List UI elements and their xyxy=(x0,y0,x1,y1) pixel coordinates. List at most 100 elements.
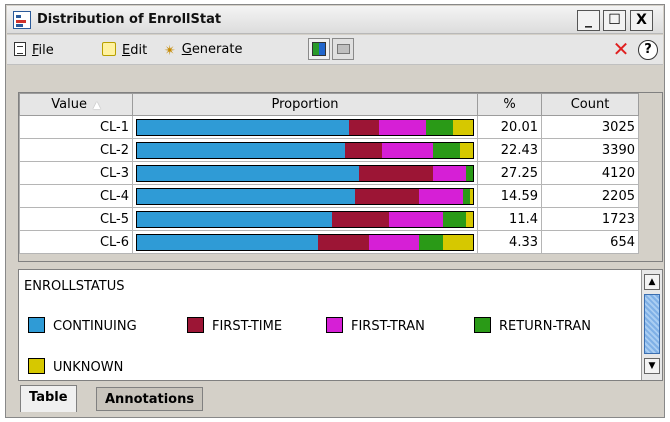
proportion-segment-continuing xyxy=(137,142,346,158)
column-header-count[interactable]: Count xyxy=(541,93,639,116)
legend-item-return-tran: RETURN-TRAN xyxy=(474,317,591,334)
distribution-app-icon xyxy=(13,11,31,29)
legend-swatch-continuing xyxy=(28,317,45,333)
proportion-bar xyxy=(136,118,474,136)
proportion-segment-first-time xyxy=(348,119,379,135)
legend-item-first-tran: FIRST-TRAN xyxy=(326,317,425,334)
generate-icon: ✴ xyxy=(164,43,176,59)
cell-value: CL-5 xyxy=(19,207,133,231)
cell-proportion xyxy=(132,207,478,231)
tab-table[interactable]: Table xyxy=(20,385,77,412)
proportion-segment-first-tran xyxy=(419,188,463,204)
proportion-segment-return-tran xyxy=(442,211,467,227)
menu-generate-mnemonic: G xyxy=(181,42,192,57)
scroll-down-icon[interactable]: ▼ xyxy=(644,358,660,374)
legend-item-first-time: FIRST-TIME xyxy=(187,317,282,334)
proportion-segment-continuing xyxy=(137,234,319,250)
proportion-segment-first-time xyxy=(331,211,389,227)
proportion-segment-continuing xyxy=(137,188,356,204)
legend-swatch-first-tran xyxy=(326,317,343,333)
distribution-window: Distribution of EnrollStat _ ☐ X File Ed… xyxy=(5,4,665,418)
table-row[interactable]: CL-6 4.33 654 xyxy=(19,230,639,254)
proportion-segment-first-tran xyxy=(388,211,443,227)
cell-count: 4120 xyxy=(541,161,639,185)
menu-edit-mnemonic: E xyxy=(122,43,131,58)
file-icon xyxy=(14,42,26,56)
legend-item-unknown: UNKNOWN xyxy=(28,358,123,375)
legend-swatch-unknown xyxy=(28,358,45,374)
cell-count: 3025 xyxy=(541,115,639,139)
table-row[interactable]: CL-5 11.4 1723 xyxy=(19,207,639,231)
table-row[interactable]: CL-1 20.01 3025 xyxy=(19,115,639,139)
legend-swatch-first-time xyxy=(187,317,204,333)
legend-label-first-tran: FIRST-TRAN xyxy=(351,319,425,334)
proportion-segment-return-tran xyxy=(466,165,473,181)
scroll-thumb[interactable] xyxy=(644,294,660,354)
printer-icon xyxy=(337,44,350,54)
cell-proportion xyxy=(132,230,478,254)
cell-percent: 11.4 xyxy=(477,207,542,231)
proportion-segment-first-tran xyxy=(378,119,426,135)
menu-generate[interactable]: ✴ Generate xyxy=(164,42,242,58)
window-title: Distribution of EnrollStat xyxy=(37,12,222,27)
column-header-value-label: Value xyxy=(51,97,87,112)
proportion-bar xyxy=(136,187,474,205)
legend-scrollbar[interactable]: ▲ ▼ xyxy=(641,270,662,380)
table-row[interactable]: CL-3 27.25 4120 xyxy=(19,161,639,185)
menu-generate-label: enerate xyxy=(191,42,243,57)
table-view-button[interactable] xyxy=(308,38,330,60)
table-row[interactable]: CL-4 14.59 2205 xyxy=(19,184,639,208)
tab-bar: Table Annotations xyxy=(18,385,663,413)
cell-count: 654 xyxy=(541,230,639,254)
proportion-segment-continuing xyxy=(137,165,359,181)
title-bar[interactable]: Distribution of EnrollStat _ ☐ X xyxy=(7,6,663,34)
proportion-segment-first-time xyxy=(358,165,433,181)
legend-label-first-time: FIRST-TIME xyxy=(212,319,283,334)
proportion-segment-unknown xyxy=(459,142,473,158)
proportion-bar xyxy=(136,233,474,251)
proportion-segment-first-time xyxy=(318,234,369,250)
legend-item-continuing: CONTINUING xyxy=(28,317,137,334)
column-header-percent[interactable]: % xyxy=(477,93,542,116)
proportion-segment-return-tran xyxy=(462,188,470,204)
proportion-segment-first-tran xyxy=(368,234,420,250)
minimize-button[interactable]: _ xyxy=(577,10,600,31)
delete-button[interactable]: ✕ xyxy=(611,39,631,60)
column-header-proportion[interactable]: Proportion xyxy=(132,93,478,116)
menu-file-label: ile xyxy=(38,43,54,58)
proportion-segment-return-tran xyxy=(425,119,453,135)
cell-percent: 14.59 xyxy=(477,184,542,208)
help-button[interactable]: ? xyxy=(638,40,658,60)
maximize-button[interactable]: ☐ xyxy=(603,10,626,31)
column-header-value[interactable]: Value ▲ xyxy=(19,93,133,116)
table-row[interactable]: CL-2 22.43 3390 xyxy=(19,138,639,162)
proportion-segment-first-tran xyxy=(382,142,433,158)
cell-percent: 27.25 xyxy=(477,161,542,185)
cell-value: CL-1 xyxy=(19,115,133,139)
cell-value: CL-6 xyxy=(19,230,133,254)
proportion-segment-first-tran xyxy=(432,165,467,181)
distribution-table: Value ▲ Proportion % Count CL-1 20.01 3025 C… xyxy=(19,93,639,254)
tab-annotations[interactable]: Annotations xyxy=(96,387,204,411)
cell-count: 3390 xyxy=(541,138,639,162)
menu-file[interactable]: File xyxy=(14,42,54,58)
print-button[interactable] xyxy=(332,38,354,60)
sort-ascending-icon: ▲ xyxy=(93,100,101,111)
proportion-segment-return-tran xyxy=(432,142,460,158)
proportion-bar xyxy=(136,141,474,159)
cell-percent: 22.43 xyxy=(477,138,542,162)
legend-label-unknown: UNKNOWN xyxy=(53,360,124,375)
menu-edit[interactable]: Edit xyxy=(102,42,147,58)
proportion-segment-unknown xyxy=(469,188,473,204)
cell-count: 2205 xyxy=(541,184,639,208)
cell-proportion xyxy=(132,115,478,139)
cell-percent: 20.01 xyxy=(477,115,542,139)
proportion-segment-continuing xyxy=(137,211,332,227)
cell-percent: 4.33 xyxy=(477,230,542,254)
proportion-segment-first-time xyxy=(345,142,383,158)
proportion-segment-continuing xyxy=(137,119,349,135)
table-view-icon xyxy=(312,42,326,56)
close-button[interactable]: X xyxy=(630,10,653,31)
scroll-up-icon[interactable]: ▲ xyxy=(644,274,660,290)
proportion-bar xyxy=(136,164,474,182)
